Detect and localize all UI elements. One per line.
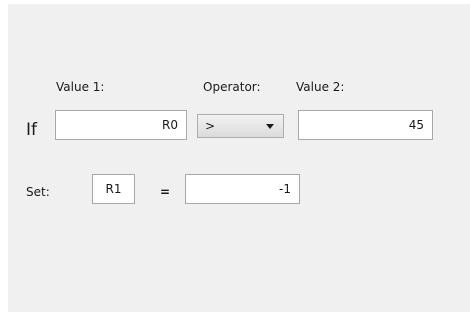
if-label: If (26, 120, 37, 140)
operator-dropdown[interactable]: > (197, 114, 284, 138)
assign-value-field[interactable]: -1 (185, 174, 300, 204)
value1-label: Value 1: (56, 80, 105, 94)
set-label: Set: (26, 185, 50, 199)
value2-field[interactable]: 45 (298, 110, 433, 140)
value2-label: Value 2: (296, 80, 345, 94)
operator-value: > (205, 119, 216, 133)
equals-sign: = (160, 185, 171, 199)
value1-field[interactable]: R0 (55, 110, 187, 140)
condition-panel: Value 1: Operator: Value 2: If R0 > 45 S… (8, 4, 470, 312)
chevron-down-icon (266, 124, 274, 129)
target-register-field[interactable]: R1 (92, 174, 135, 204)
operator-label: Operator: (203, 80, 261, 94)
